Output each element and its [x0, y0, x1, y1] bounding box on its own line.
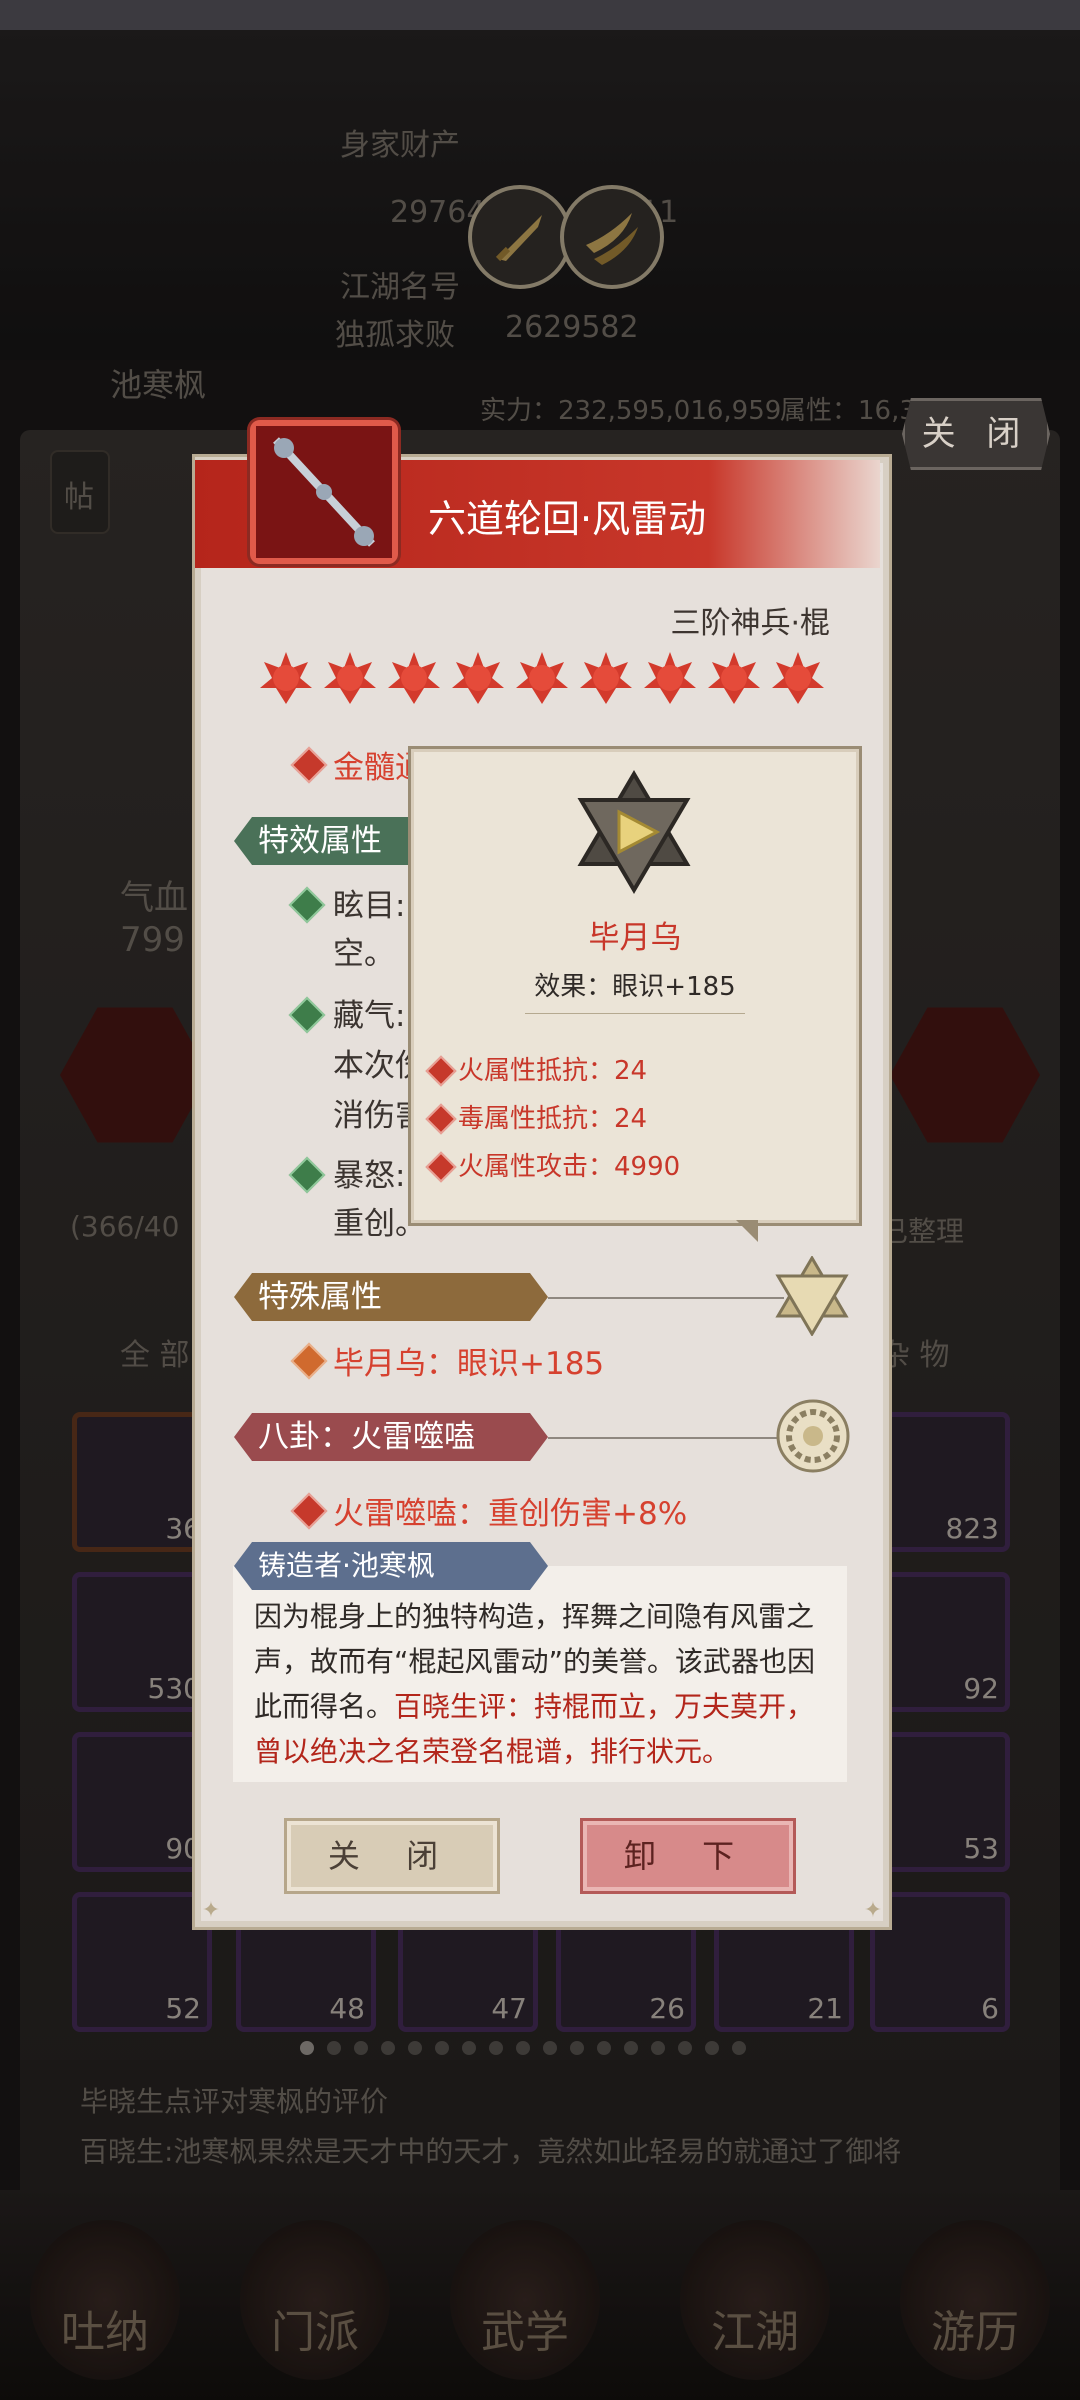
tooltip-row: 火属性抵抗：24 [458, 1056, 648, 1086]
red-star-icon [514, 650, 570, 706]
star-gem-icon [575, 770, 693, 898]
special-attr-tag: 特殊属性 [234, 1273, 548, 1321]
item-grade: 三阶神兵·棍 [670, 606, 830, 641]
red-star-icon [578, 650, 634, 706]
effect-rage-name: 暴怒: [333, 1158, 406, 1194]
bagua-icon [775, 1398, 851, 1478]
background-close-button[interactable]: 关 闭 [902, 398, 1050, 470]
effect-dazzle-name: 眩目: [333, 888, 406, 924]
tooltip-name: 毕月乌 [588, 920, 682, 956]
red-star-icon [386, 650, 442, 706]
maker-description: 因为棍身上的独特构造，挥舞之间隐有风雷之声，故而有“棍起风雷动”的美誉。该武器也… [254, 1600, 816, 1768]
tooltip-divider [525, 1013, 745, 1014]
tooltip-effect: 效果：眼识+185 [534, 972, 736, 1002]
red-star-icon [322, 650, 378, 706]
bagua-tag: 八卦：火雷噬嗑 [234, 1413, 548, 1461]
tooltip-row: 火属性攻击：4990 [458, 1152, 681, 1182]
red-star-icon [258, 650, 314, 706]
tooltip-pointer [736, 1220, 758, 1242]
bagua-attr-value: 火雷噬嗑：重创伤害+8% [333, 1496, 688, 1532]
item-title: 六道轮回·风雷动 [428, 497, 707, 541]
tooltip-row: 毒属性抵抗：24 [458, 1104, 648, 1134]
unequip-button[interactable]: 卸 下 [580, 1818, 796, 1894]
effect-hide-qi-name: 藏气: [333, 998, 406, 1034]
red-star-icon [642, 650, 698, 706]
staff-icon [250, 420, 398, 564]
close-button[interactable]: 关 闭 [284, 1818, 500, 1894]
red-star-icon [706, 650, 762, 706]
special-attr-value: 毕月乌：眼识+185 [333, 1346, 605, 1382]
red-star-icon [450, 650, 506, 706]
maker-tag: 铸造者·池寒枫 [234, 1542, 548, 1590]
effect-dazzle-line2: 空。 [333, 936, 395, 972]
red-star-icon [770, 650, 826, 706]
star-of-david-icon [774, 1255, 850, 1340]
